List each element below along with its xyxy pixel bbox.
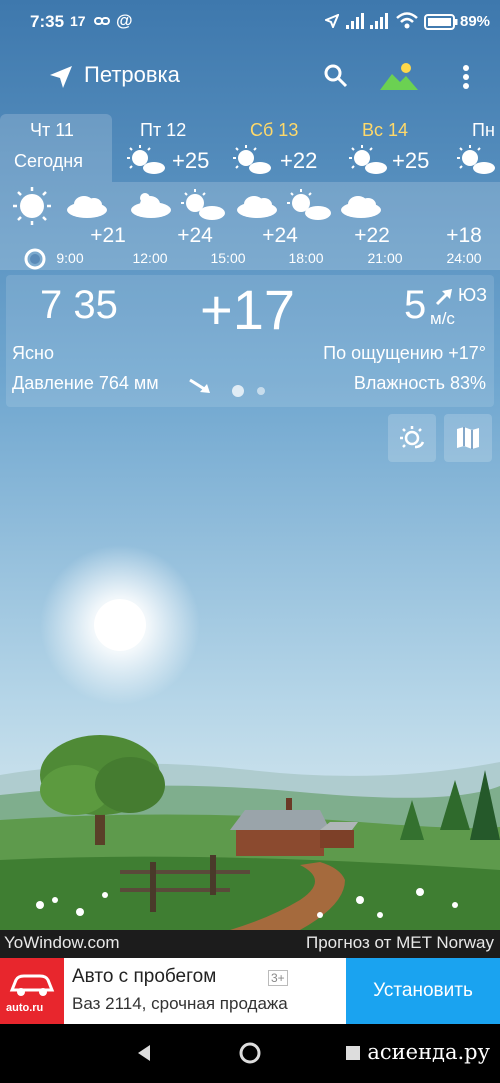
sun-cloud-icon [400,426,425,449]
search-icon[interactable] [324,64,348,88]
ad-logo-text: auto.ru [6,1002,44,1014]
hourly-time: 21:00 [367,250,403,266]
location-arrow-icon [325,14,339,28]
weather-condition: Ясно [12,343,54,363]
day-tab-temp: +25 [172,148,210,173]
wind-direction-arrow-icon [435,289,452,306]
day-tab-friday[interactable]: Пт 12 +25 [112,114,222,182]
day-tab-sunday[interactable]: Вс 14 +25 [334,114,444,182]
location-arrow-icon[interactable] [48,64,74,90]
link-icon [94,17,110,25]
battery-percent: 89% [460,13,491,30]
system-nav-bar: асиенда.ру [0,1024,500,1083]
hourly-forecast[interactable]: +21 +24 +24 +22 +18 9:00 12:00 15:00 18:… [0,182,500,270]
pressure-trend-arrow-icon [189,378,210,393]
page-indicator-dot-active [232,385,244,397]
status-time: 7:35 [30,12,65,31]
hourly-temp: +24 [177,224,213,247]
landscape-icon[interactable] [380,62,418,90]
page-indicator-dot [257,387,265,395]
hourly-time: 18:00 [288,250,324,266]
ad-age-rating: 3+ [268,970,288,986]
humidity: Влажность 83% [353,373,486,393]
current-conditions-card[interactable]: 7 35 +17 5 ЮЗ м/с Ясно По ощущению +17° … [6,275,494,407]
battery-icon [424,14,458,30]
partly-sunny-icon [457,145,495,174]
partly-sunny-icon [287,189,331,220]
ad-description: Ваз 2114, срочная продажа [72,994,288,1013]
day-tab-temp: +25 [392,148,430,173]
day-tab-label: Вс 14 [362,120,409,140]
day-tab-label: Сб 13 [250,120,299,140]
ad-title: Авто с пробегом [72,966,217,987]
recents-icon[interactable] [345,1045,361,1061]
watermark: асиенда.ру [367,1040,490,1064]
wifi-icon [396,12,418,29]
wind-direction: ЮЗ [458,285,488,305]
hourly-temp: +22 [354,224,390,247]
signal-2-icon [370,13,388,29]
partly-cloudy-icon [131,193,171,218]
signal-1-icon [346,13,364,29]
map-icon [457,427,479,449]
day-tab-label: Пн [472,120,495,140]
ad-logo: auto.ru [0,958,64,1024]
day-tab-label: Чт 11 [30,120,74,140]
cloud-icon [237,196,277,218]
current-time-marker-icon [24,248,46,270]
car-icon [9,974,55,996]
hourly-temp: +21 [90,224,126,247]
day-tab-saturday[interactable]: Сб 13 +22 [222,114,334,182]
sun-icon [13,187,51,225]
wind-unit: м/с [430,309,455,328]
hourly-time: 12:00 [132,250,168,266]
day-tab-thursday[interactable]: Чт 11 Сегодня [0,114,112,182]
ad-banner[interactable]: auto.ru Авто с пробегом 3+ Ваз 2114, сро… [0,958,500,1024]
weather-animation-button[interactable] [388,414,436,462]
location-title[interactable]: Петровка [84,62,180,88]
feels-like: По ощущению +17° [323,343,486,363]
more-vert-icon[interactable] [462,64,470,90]
partly-sunny-icon [233,145,271,174]
notification-temp: 17 [70,13,86,29]
day-tabs: Чт 11 Сегодня Пт 12 +25 Сб 13 +22 Вс 14 … [0,114,500,182]
yowindow-link[interactable]: YoWindow.com [4,933,120,953]
cloud-icon [341,196,381,218]
hourly-temp: +24 [262,224,298,247]
wind-speed: 5 [404,283,427,327]
attribution-bar: YoWindow.com Прогноз от MET Norway [0,930,500,958]
pressure: Давление 764 мм [12,373,159,393]
home-icon[interactable] [238,1041,262,1065]
current-time: 7 35 [40,283,118,327]
hourly-time: 9:00 [56,250,84,266]
hourly-temp: +18 [446,224,482,247]
day-tab-monday[interactable]: Пн [444,114,500,182]
day-tab-sublabel: Сегодня [14,151,83,171]
day-tab-temp: +22 [280,148,318,173]
cloud-icon [67,196,107,218]
ad-install-button[interactable]: Установить [346,958,500,1024]
map-button[interactable] [444,414,492,462]
back-icon[interactable] [136,1044,152,1062]
partly-sunny-icon [349,145,387,174]
partly-sunny-icon [127,145,165,174]
forecast-source[interactable]: Прогноз от MET Norway [306,933,494,953]
status-bar: 7:35 17 @ 89% [0,0,500,44]
day-tab-label: Пт 12 [140,120,187,140]
ad-install-label: Установить [373,980,473,1001]
hourly-time: 24:00 [446,250,482,266]
top-app-bar: Петровка [0,50,500,104]
partly-sunny-icon [181,189,225,220]
hourly-time: 15:00 [210,250,246,266]
at-sign-icon: @ [116,11,133,30]
current-temperature: +17 [200,278,295,341]
